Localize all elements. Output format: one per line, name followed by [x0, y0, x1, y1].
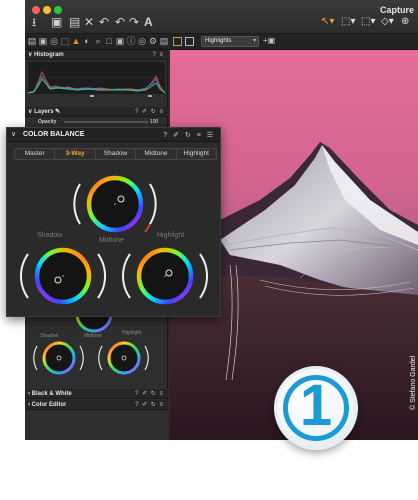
- cursor-tool-icon[interactable]: ↖▾: [321, 16, 334, 27]
- app-title: Capture: [379, 5, 414, 15]
- color-wheels[interactable]: [7, 128, 220, 316]
- histogram-marker: [148, 95, 152, 97]
- color-tab-icon[interactable]: ▲: [71, 36, 81, 46]
- tool-header-icons[interactable]: ? ≡: [152, 50, 164, 60]
- spot-tool-icon[interactable]: ⊕: [401, 16, 409, 27]
- undo-icon[interactable]: ↶: [99, 15, 109, 29]
- highlight-wheel[interactable]: [121, 247, 209, 305]
- text-icon[interactable]: A: [144, 15, 153, 29]
- batch-tab-icon[interactable]: ◎: [137, 36, 147, 46]
- histogram-marker: [90, 95, 94, 97]
- tool-header-icons[interactable]: ? ✐ ↻ ≡: [135, 107, 164, 117]
- histogram-scale: [28, 95, 165, 99]
- library-tab-icon[interactable]: ▤: [27, 36, 37, 46]
- output-tab-icon[interactable]: ⓘ: [126, 36, 136, 46]
- opacity-value[interactable]: 100: [150, 119, 158, 125]
- logo-digit: 1: [299, 373, 333, 438]
- edit-icon: ✎: [55, 109, 61, 115]
- opacity-slider[interactable]: [64, 121, 148, 123]
- color-balance-panel: ∨ COLOR BALANCE ? ✐ ↻ ≡ ☰ Master 3-Way S…: [6, 127, 221, 317]
- histogram-graph: [28, 62, 165, 94]
- left-panel-empty-area: [25, 411, 168, 440]
- layout-tab-icon[interactable]: ▤: [159, 36, 169, 46]
- screenshot-stage: Capture ⭳ ▣ ▤ ✕ ↶ ↶ ↷ A ↖▾ ⬚▾ ⬚▾ ◇▾ ⊕ ▤ …: [0, 0, 418, 500]
- view-select-value: Highlights: [205, 38, 232, 44]
- straighten-tool-icon[interactable]: ⬚▾: [361, 16, 375, 27]
- color-editor-tool-header[interactable]: › Color Editor ? ✐ ↻ ≡: [25, 400, 168, 410]
- histogram-title: Histogram: [34, 52, 64, 58]
- black-white-title: Black & White: [31, 391, 72, 397]
- capture-tab-icon[interactable]: ▣: [38, 36, 48, 46]
- settings-tab-icon[interactable]: ⚙: [148, 36, 158, 46]
- exposure-tab-icon[interactable]: ◐: [82, 36, 92, 46]
- import-icon[interactable]: ⭳: [32, 15, 36, 29]
- grid-view-icon[interactable]: [173, 37, 182, 46]
- capture-one-logo: 1: [274, 366, 358, 450]
- photo-credit: © Stefano Gardel: [410, 355, 417, 410]
- view-select[interactable]: Highlights ▾: [201, 36, 259, 47]
- close-window-button[interactable]: [32, 6, 40, 14]
- camera-icon[interactable]: ▣: [51, 15, 62, 29]
- viewer-view-icon[interactable]: [185, 37, 194, 46]
- undo-alt-icon[interactable]: ↶: [115, 15, 125, 29]
- crop-tool-icon[interactable]: ⬚▾: [341, 16, 355, 27]
- lens-tab-icon[interactable]: ◎: [49, 36, 59, 46]
- tool-tabs-bar: ▤ ▣ ◎ ⬚ ▲ ◐ ⌕ □ ▣ ⓘ ◎ ⚙ ▤ Highlights ▾ +…: [25, 34, 418, 50]
- opacity-label: Opacity: [38, 119, 57, 125]
- title-bar: Capture ⭳ ▣ ▤ ✕ ↶ ↶ ↷ A ↖▾ ⬚▾ ⬚▾ ◇▾ ⊕: [25, 0, 418, 34]
- tool-header-icons[interactable]: ? ✐ ↻ ≡: [135, 400, 164, 410]
- layers-tool-header[interactable]: ∨ Layers ✎ ? ✐ ↻ ≡: [25, 107, 168, 117]
- folder-icon[interactable]: ▤: [69, 15, 80, 29]
- local-adjustments-tab-icon[interactable]: □: [104, 36, 114, 46]
- minimize-window-button[interactable]: [43, 6, 51, 14]
- add-viewer-icon[interactable]: +▣: [263, 36, 275, 45]
- chevron-down-icon: ▾: [252, 38, 256, 44]
- midtone-wheel[interactable]: [73, 175, 157, 233]
- tool-header-icons[interactable]: ? ✐ ↻ ≡: [135, 389, 164, 399]
- histogram-tool-header[interactable]: ∨ Histogram ? ≡: [25, 50, 168, 60]
- maximize-window-button[interactable]: [54, 6, 62, 14]
- composition-tab-icon[interactable]: ⬚: [60, 36, 70, 46]
- color-editor-title: Color Editor: [31, 402, 67, 408]
- shadow-wheel[interactable]: [19, 247, 107, 305]
- details-tab-icon[interactable]: ⌕: [93, 36, 103, 46]
- layers-title: Layers: [34, 109, 54, 115]
- keystone-tool-icon[interactable]: ◇▾: [381, 16, 394, 27]
- metadata-tab-icon[interactable]: ▣: [115, 36, 125, 46]
- redo-icon[interactable]: ↷: [129, 15, 139, 29]
- delete-icon[interactable]: ✕: [84, 15, 94, 29]
- black-white-tool-header[interactable]: › Black & White ? ✐ ↻ ≡: [25, 389, 168, 399]
